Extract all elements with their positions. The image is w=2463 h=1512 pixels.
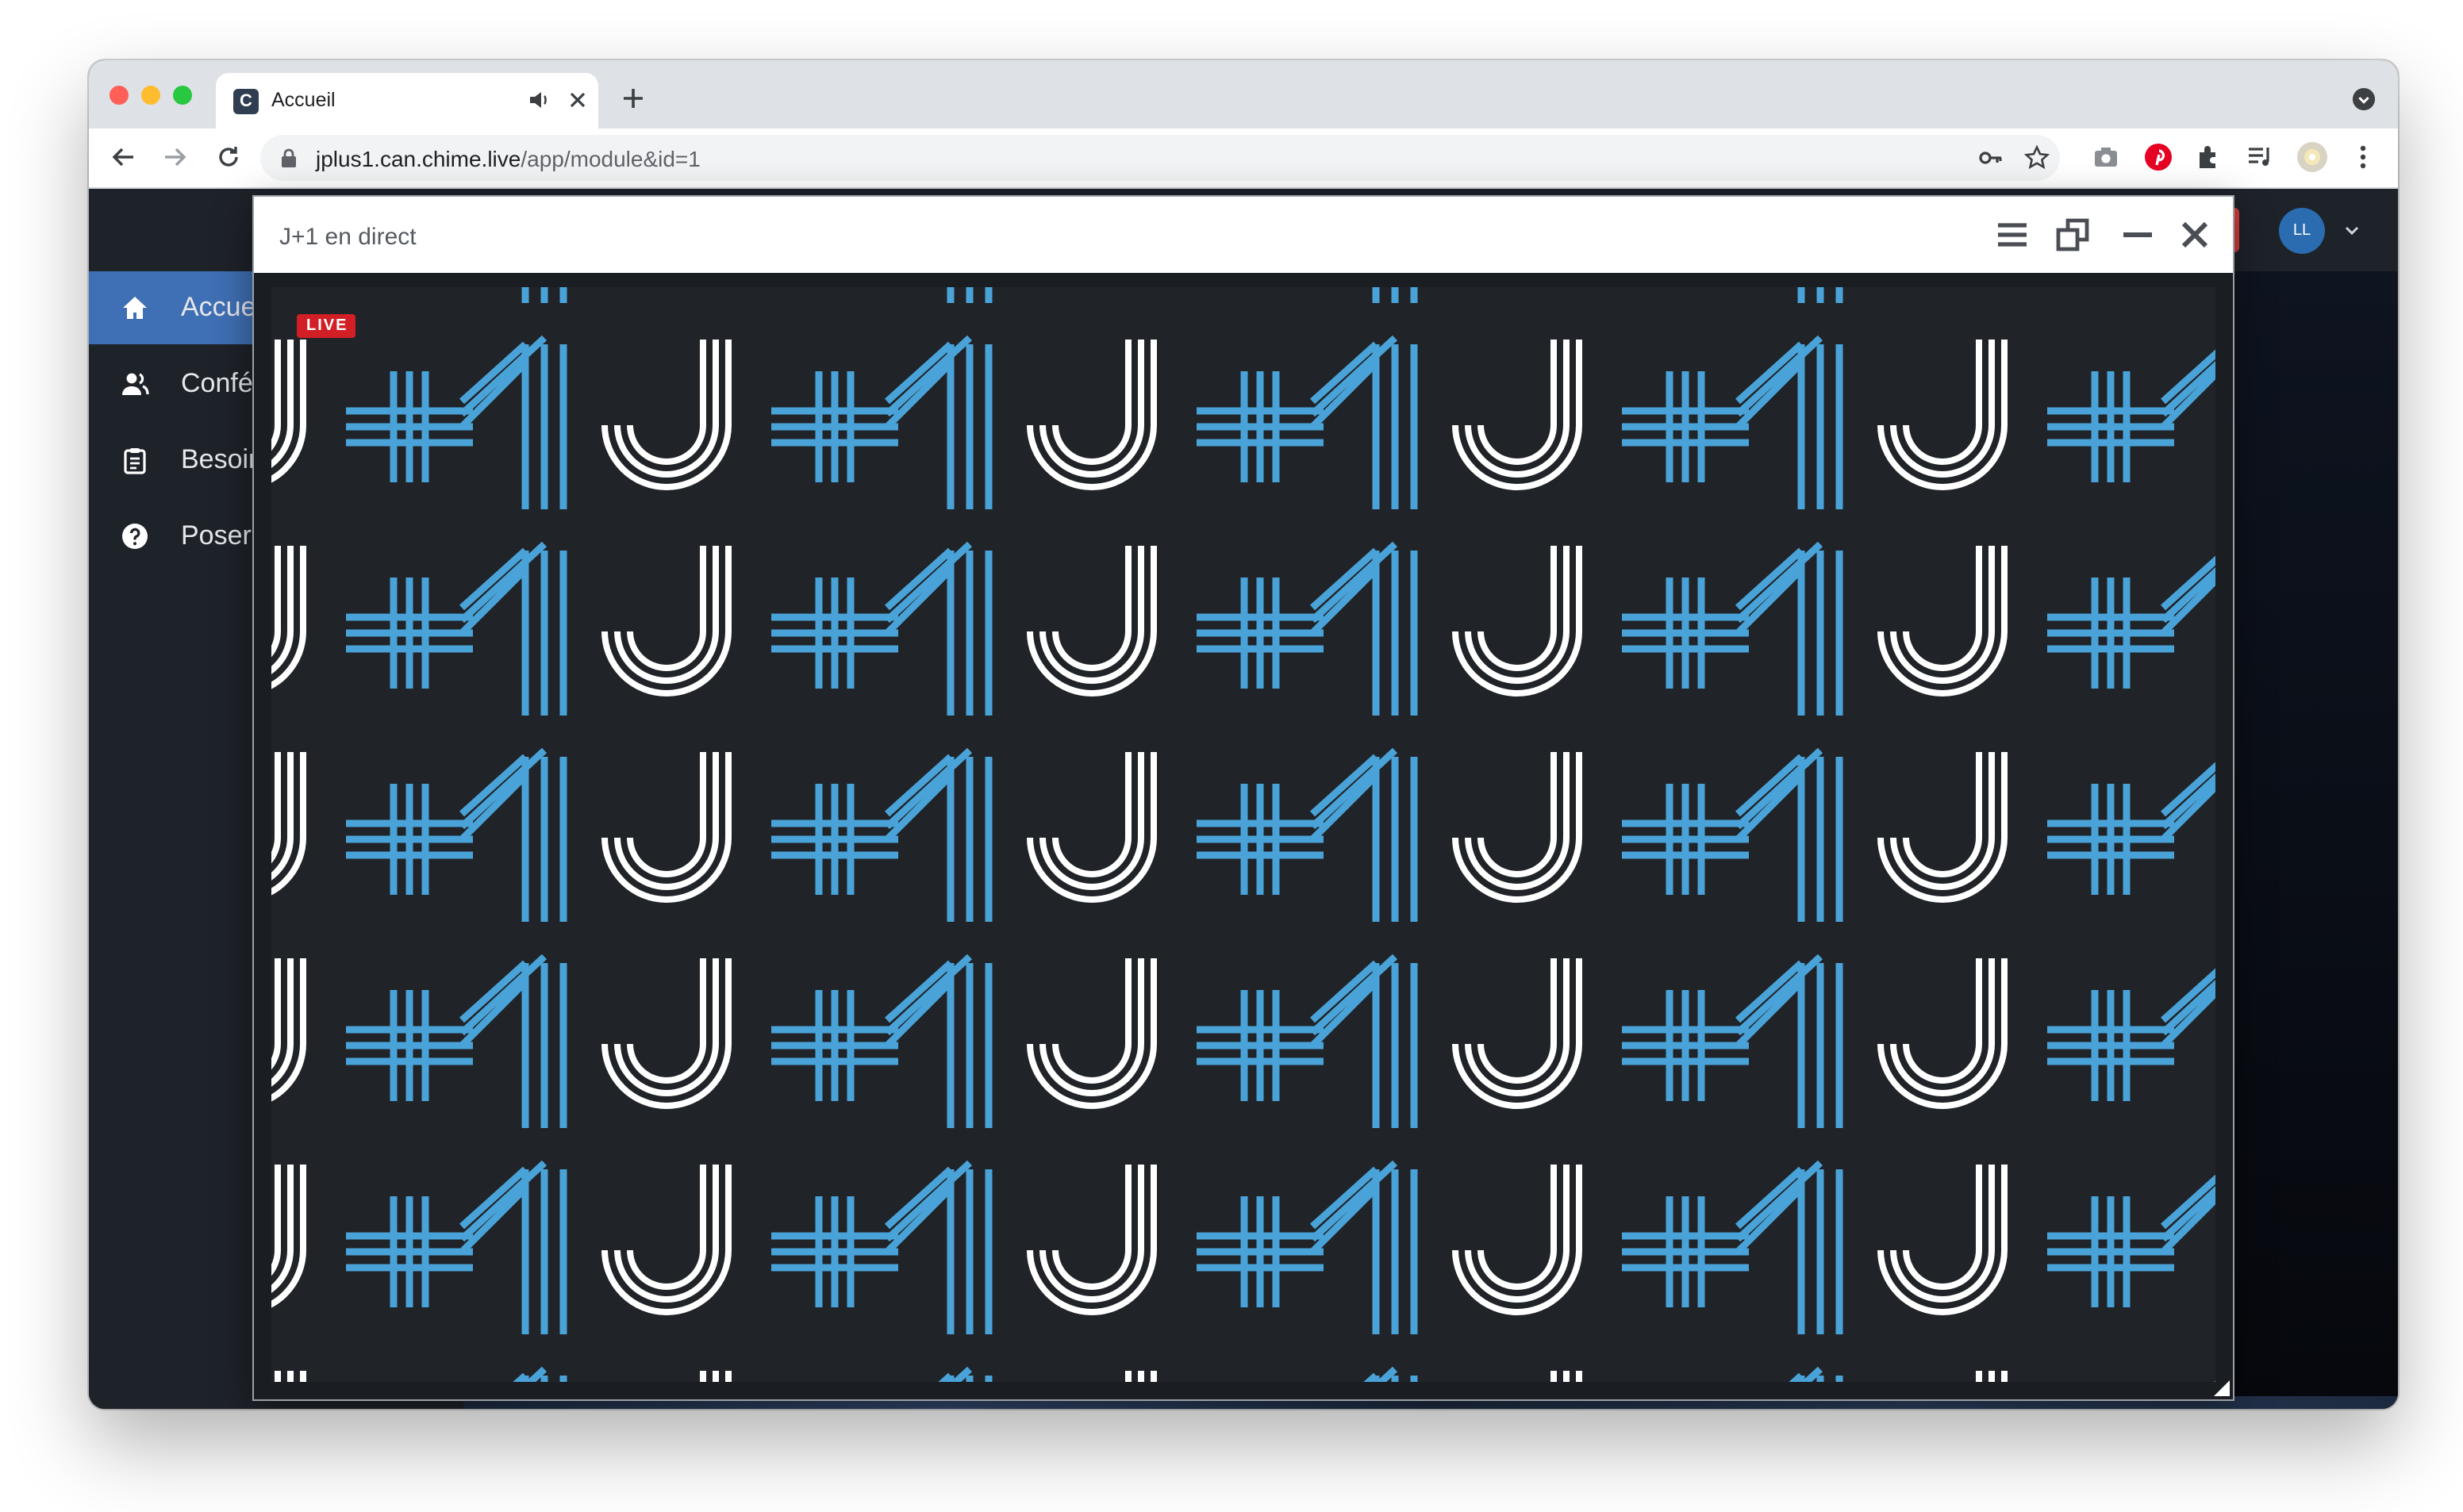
site-favicon: C — [233, 89, 259, 114]
player-header[interactable]: J+1 en direct — [254, 197, 2233, 273]
url-text: jplus1.can.chime.live/app/module&id=1 — [316, 146, 701, 171]
clipboard-icon — [124, 448, 146, 474]
camera-icon[interactable] — [2092, 143, 2120, 171]
address-bar[interactable]: jplus1.can.chime.live/app/module&id=1 — [260, 135, 2060, 181]
video-stream[interactable]: LIVE — [271, 287, 2215, 1382]
browser-tab[interactable]: C Accueil — [216, 73, 598, 129]
browser-window: C Accueil jplus1.can.chime.live/app/modu… — [89, 60, 2398, 1409]
live-badge: LIVE — [297, 314, 356, 338]
more-menu-icon[interactable] — [2349, 143, 2377, 171]
sidebar-item-ask-question[interactable]: Poser une question — [89, 500, 413, 573]
bookmark-star-icon[interactable] — [2023, 144, 2050, 171]
sidebar-item-home[interactable]: Accueil — [89, 271, 268, 344]
forward-icon[interactable] — [160, 143, 189, 171]
tab-search-icon[interactable] — [2352, 87, 2376, 111]
pinterest-icon[interactable] — [2144, 143, 2173, 171]
tab-title: Accueil — [271, 89, 336, 111]
avatar[interactable]: LL — [2279, 208, 2325, 254]
zoom-window-button[interactable] — [173, 86, 192, 105]
extensions-icon[interactable] — [2195, 143, 2223, 171]
close-window-button[interactable] — [110, 86, 129, 105]
jplus1-logo-pattern — [271, 287, 2215, 1382]
background-panel — [2234, 271, 2398, 1409]
media-control-icon[interactable] — [2246, 143, 2274, 171]
chevron-down-icon[interactable] — [2342, 221, 2361, 240]
reload-icon[interactable] — [214, 143, 243, 171]
player-title: J+1 en direct — [279, 224, 417, 251]
new-tab-icon[interactable] — [619, 84, 647, 113]
resize-handle-icon[interactable] — [2214, 1380, 2230, 1396]
pattern-tiles — [271, 287, 2215, 1382]
speaker-icon[interactable] — [527, 87, 552, 113]
home-icon — [123, 297, 147, 319]
tab-bar: C Accueil — [89, 60, 2398, 129]
users-icon — [122, 373, 149, 395]
browser-toolbar: jplus1.can.chime.live/app/module&id=1 — [89, 129, 2398, 189]
sidebar: Accueil Conférences Be — [89, 271, 413, 1409]
minimize-icon[interactable] — [2120, 217, 2155, 252]
restore-window-icon[interactable] — [2055, 217, 2090, 252]
close-icon[interactable] — [2177, 217, 2212, 252]
minimize-window-button[interactable] — [141, 86, 160, 105]
profile-icon[interactable] — [2296, 141, 2328, 173]
key-icon[interactable] — [1977, 144, 2004, 171]
sidebar-item-conferences[interactable]: Conférences — [89, 347, 334, 420]
lock-icon — [282, 148, 296, 167]
sidebar-item-needs[interactable]: Besoins — [89, 424, 277, 497]
video-player-window[interactable]: J+1 en direct LIVE — [254, 197, 2233, 1399]
menu-icon[interactable] — [1995, 217, 2030, 252]
close-tab-icon[interactable] — [565, 87, 590, 113]
question-icon — [122, 524, 148, 549]
back-icon[interactable] — [110, 143, 138, 171]
